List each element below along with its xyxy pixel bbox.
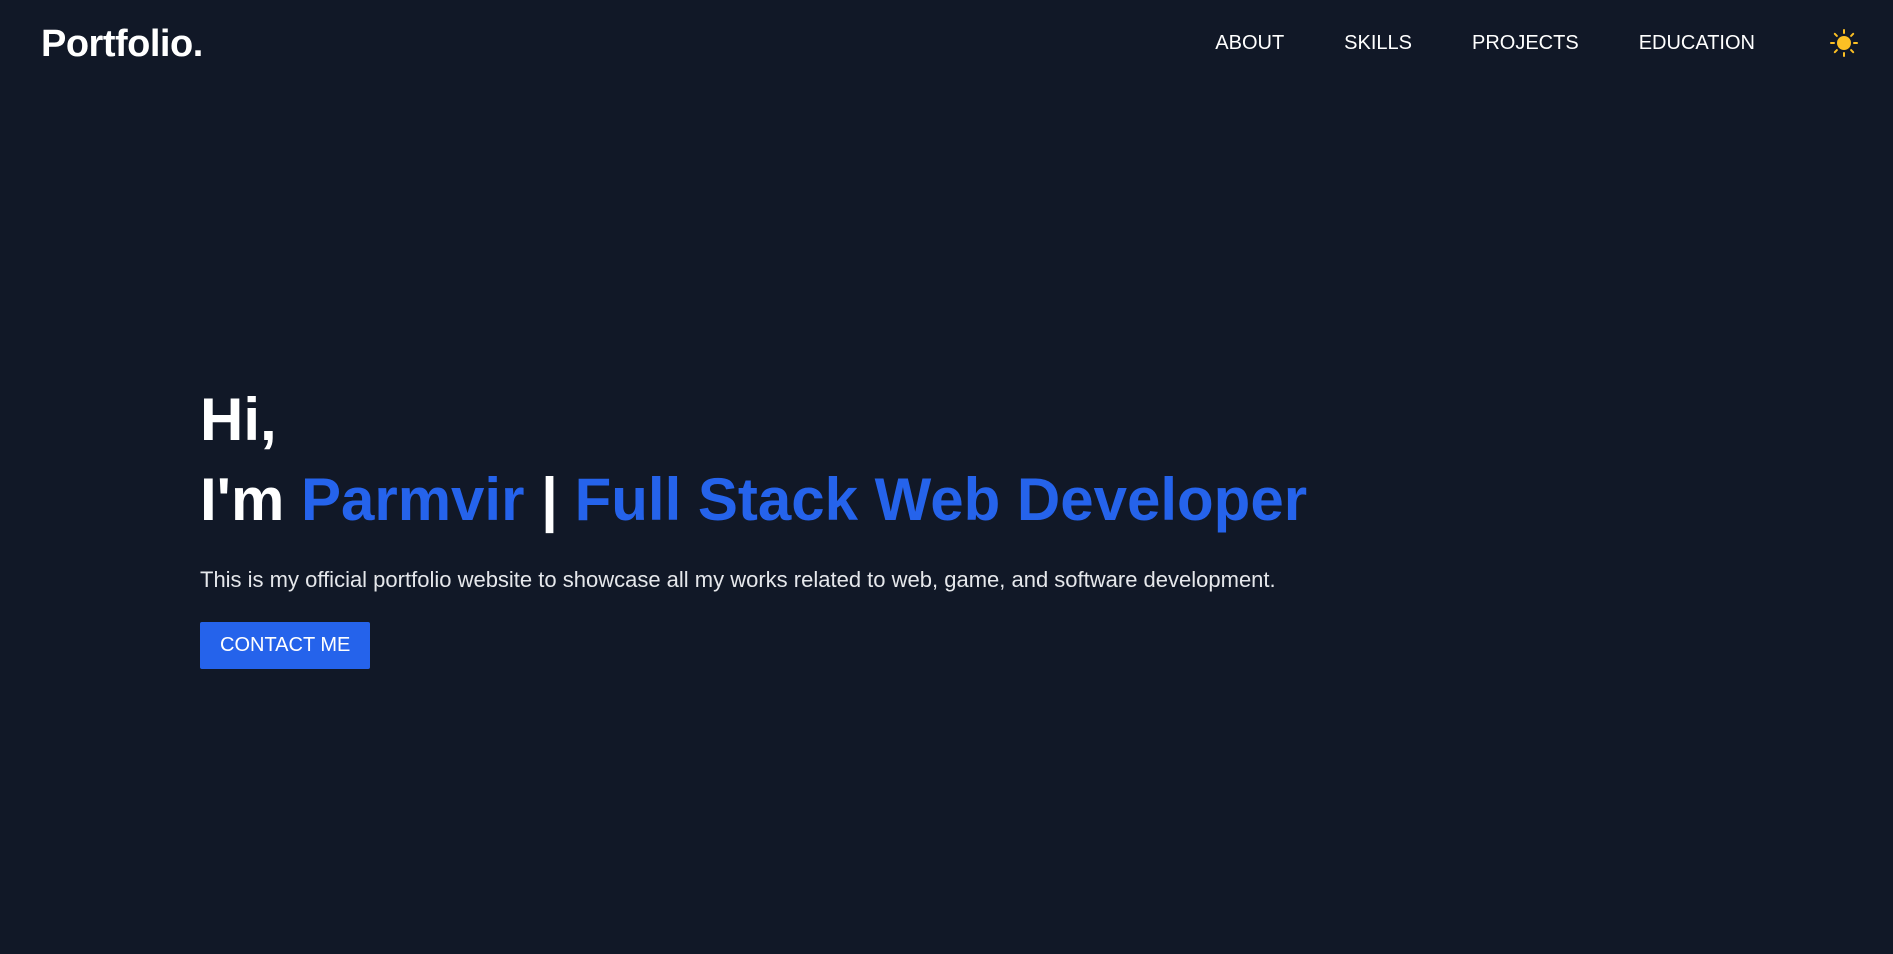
nav-item-skills[interactable]: SKILLS [1344, 28, 1412, 58]
main-nav: ABOUT SKILLS PROJECTS EDUCATION [1215, 28, 1755, 58]
hero-section: Hi, I'm Parmvir | Full Stack Web Develop… [200, 380, 1307, 669]
hero-headline: I'm Parmvir | Full Stack Web Developer [200, 460, 1307, 540]
theme-toggle-button[interactable] [1827, 26, 1861, 60]
nav-item-projects[interactable]: PROJECTS [1472, 28, 1579, 58]
hero-intro: This is my official portfolio website to… [200, 567, 1276, 592]
page: Portfolio. ABOUT SKILLS PROJECTS EDUCATI… [0, 0, 1893, 954]
hero-name: Parmvir [300, 466, 525, 533]
sun-icon [1830, 29, 1858, 57]
nav-item-about[interactable]: ABOUT [1215, 28, 1284, 58]
hero-greeting: Hi, [200, 386, 277, 453]
hero-role: Full Stack Web Developer [574, 466, 1308, 533]
hero-separator: | [541, 466, 558, 533]
nav-item-education[interactable]: EDUCATION [1639, 28, 1755, 58]
contact-me-button[interactable]: CONTACT ME [200, 622, 371, 669]
site-logo[interactable]: Portfolio. [41, 20, 203, 68]
site-header: Portfolio. ABOUT SKILLS PROJECTS EDUCATI… [0, 0, 1893, 88]
hero-prefix: I'm [200, 466, 285, 533]
